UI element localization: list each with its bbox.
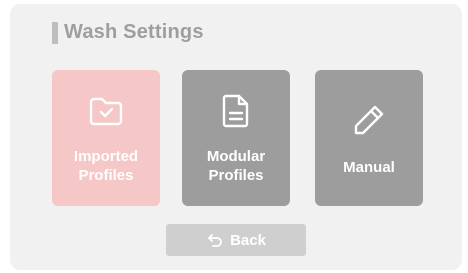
manual-button[interactable]: Manual — [315, 70, 423, 206]
back-label: Back — [230, 231, 266, 249]
folder-check-icon — [89, 97, 123, 126]
pencil-icon — [354, 105, 384, 134]
page-title: Wash Settings — [64, 21, 204, 43]
title-row: Wash Settings — [52, 21, 204, 44]
imported-profiles-button[interactable]: Imported Profiles — [52, 70, 160, 206]
back-button[interactable]: Back — [166, 224, 306, 256]
manual-label: Manual — [343, 158, 395, 176]
imported-profiles-label: Imported Profiles — [73, 148, 139, 184]
undo-arrow-icon — [208, 234, 222, 247]
title-accent-bar — [52, 21, 58, 44]
modular-profiles-label: Modular Profiles — [206, 148, 266, 184]
modular-profiles-button[interactable]: Modular Profiles — [182, 70, 290, 206]
document-icon — [222, 94, 249, 128]
